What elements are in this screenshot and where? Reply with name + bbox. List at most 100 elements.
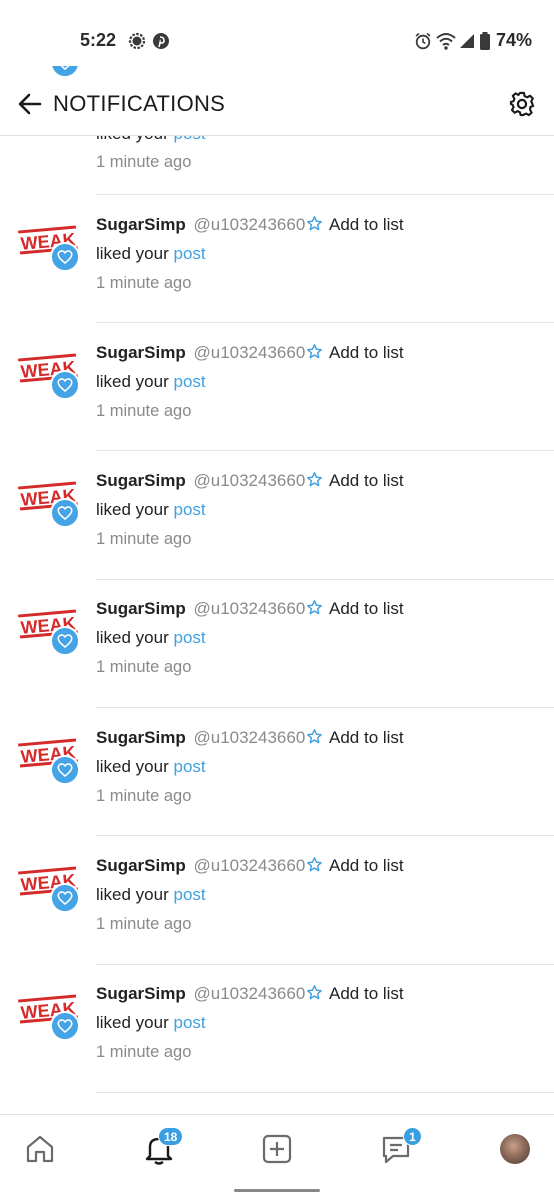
avatar[interactable]: WEAK [18,991,80,1043]
notifications-badge: 18 [158,1127,184,1146]
list-item[interactable]: WEAK SugarSimp @u103243660 Add to list l… [0,323,554,452]
list-item[interactable]: WEAK SugarSimp @u103243660 Add to list l… [0,836,554,965]
notification-time: 1 minute ago [96,1043,192,1062]
add-to-list-label: Add to list [329,214,404,234]
heart-icon [57,1019,73,1034]
add-to-list-button[interactable]: Add to list [306,215,404,235]
settings-button[interactable] [508,90,536,118]
post-link[interactable]: post [174,500,206,519]
add-to-list-button[interactable]: Add to list [306,343,404,363]
profile-avatar[interactable] [500,1134,530,1164]
notification-text: liked your post [96,757,206,777]
heart-badge [50,1011,80,1042]
divider [96,1091,554,1093]
battery-icon [479,32,491,55]
user-handle: @u103243660 [193,856,306,875]
star-icon [307,857,322,872]
avatar[interactable]: WEAK [18,350,80,402]
post-link[interactable]: post [174,628,206,647]
status-time: 5:22 [80,30,117,50]
list-item[interactable]: WEAK SugarSimp @u103243660 Add to list l… [0,964,554,1093]
username[interactable]: SugarSimp [96,728,186,747]
star-icon [307,472,322,487]
heart-icon [57,249,73,264]
post-link[interactable]: post [174,372,206,391]
battery-percent: 74% [496,30,533,50]
star-icon [307,343,322,359]
add-to-list-label: Add to list [329,342,404,362]
heart-badge [50,66,80,78]
notification-time: 1 minute ago [96,530,192,549]
username[interactable]: SugarSimp [96,599,186,618]
user-handle: @u103243660 [193,471,306,491]
add-to-list-label: Add to list [329,856,404,875]
heart-badge [50,754,80,785]
add-to-list-label: Add to list [329,599,404,619]
avatar[interactable] [18,66,80,80]
notification-header: SugarSimp @u103243660 [96,728,305,748]
add-to-list-button[interactable]: Add to list [306,599,404,619]
username[interactable]: SugarSimp [96,471,186,490]
notification-time: 1 minute ago [96,401,192,420]
username[interactable]: SugarSimp [96,856,186,875]
notification-text: liked your post [96,244,206,264]
heart-badge [50,626,80,657]
heart-icon [60,66,70,70]
notification-list[interactable]: liked your post 1 minute ago WEAK SugarS [0,66,554,1114]
nav-home[interactable] [22,1131,58,1167]
star-icon [307,600,322,615]
notification-header: SugarSimp @u103243660 [96,215,305,235]
page-title: NOTIFICATIONS [53,91,226,116]
avatar[interactable]: WEAK [18,735,80,787]
add-to-list-button[interactable]: Add to list [306,471,404,491]
post-link[interactable]: post [174,244,206,263]
home-indicator[interactable] [234,1189,320,1192]
notification-text: liked your post [96,1013,206,1033]
list-item[interactable]: WEAK SugarSimp @u103243660 Add to list l… [0,708,554,837]
wifi-icon [436,32,456,55]
user-handle: @u103243660 [193,599,306,619]
notification-time: 1 minute ago [96,915,192,933]
list-item[interactable]: WEAK SugarSimp @u103243660 Add to list l… [0,195,554,323]
notification-text: liked your post [96,628,206,648]
avatar[interactable]: WEAK [18,478,80,530]
username[interactable]: SugarSimp [96,984,186,1003]
notification-action: liked your [96,371,169,391]
heart-icon [57,891,73,905]
pinterest-icon [152,32,170,55]
heart-icon [57,506,73,521]
heart-icon [57,762,73,777]
notification-time: 1 minute ago [96,273,192,292]
username[interactable]: SugarSimp [96,215,186,234]
alarm-icon [414,32,432,55]
avatar[interactable]: WEAK [18,222,80,274]
heart-icon [57,378,73,392]
add-to-list-button[interactable]: Add to list [306,728,404,748]
notification-header: SugarSimp @u103243660 [96,343,305,363]
notification-action: liked your [96,1013,169,1033]
avatar[interactable]: WEAK [18,606,80,658]
nav-new-post[interactable] [259,1131,295,1167]
gear-icon [509,91,535,117]
back-button[interactable] [16,90,44,118]
notification-header: SugarSimp @u103243660 [96,856,305,876]
notification-time: 1 minute ago [96,153,192,171]
avatar[interactable]: WEAK [18,863,80,915]
post-link[interactable]: post [174,1013,206,1032]
username[interactable]: SugarSimp [96,343,186,362]
notification-header: SugarSimp @u103243660 [96,984,305,1004]
add-to-list-button[interactable]: Add to list [306,856,404,876]
app-header: NOTIFICATIONS [0,82,554,136]
notification-action: liked your [96,243,169,263]
post-link[interactable]: post [174,885,206,904]
notification-header: SugarSimp @u103243660 [96,471,305,491]
post-link[interactable]: post [174,757,206,776]
star-icon [307,215,322,230]
add-to-list-button[interactable]: Add to list [306,984,404,1004]
star-icon [307,728,322,743]
heart-badge [50,369,80,400]
list-item[interactable]: WEAK SugarSimp @u103243660 Add to list l… [0,579,554,708]
bottom-navigation: 18 1 [0,1114,554,1200]
list-item[interactable]: WEAK SugarSimp @u103243660 Add to list l… [0,451,554,580]
notification-time: 1 minute ago [96,786,192,805]
